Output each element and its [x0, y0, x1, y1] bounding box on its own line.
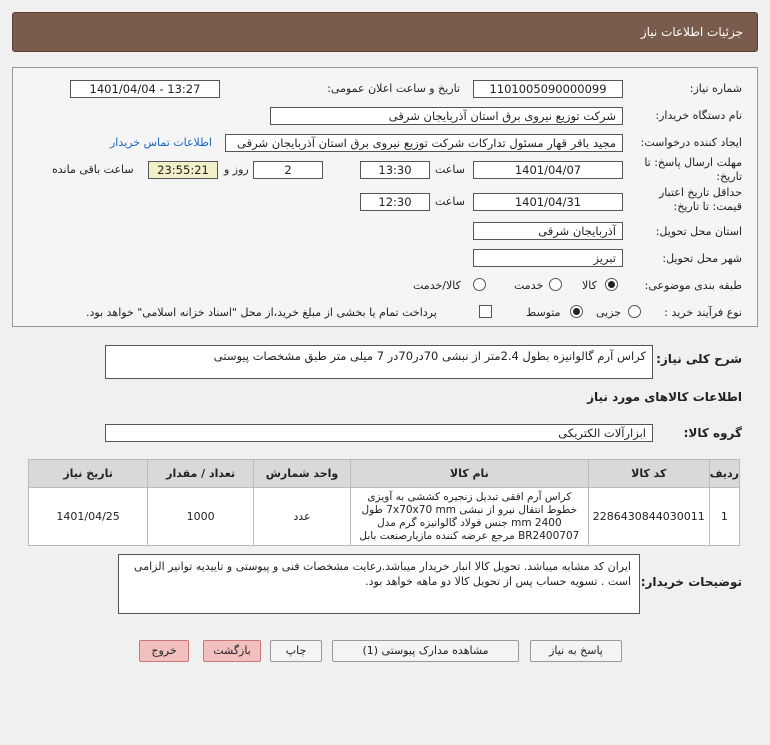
creator-field: مجید باقر قهار مسئول تدارکات شرکت توزیع … — [225, 134, 623, 152]
col-row: ردیف — [708, 459, 741, 488]
reply-time-field: 13:30 — [360, 161, 430, 179]
page-title: جزئیات اطلاعات نیاز — [640, 25, 743, 39]
col-code: کد کالا — [587, 459, 710, 488]
purchase-medium-radio[interactable] — [570, 305, 583, 318]
goods-table: ردیف کد کالا نام کالا واحد شمارش تعداد /… — [27, 459, 741, 546]
city-label: شهر محل تحویل: — [662, 252, 742, 265]
validity-time-label: ساعت — [435, 195, 465, 208]
days-label: روز و — [224, 163, 249, 176]
cell-code: 2286430844030011 — [587, 487, 710, 546]
validity-date-field: 1401/04/31 — [473, 193, 623, 211]
category-label: طبقه بندی موضوعی: — [644, 279, 742, 292]
purchase-type-label: نوع فرآیند خرید : — [664, 306, 742, 319]
province-label: استان محل تحویل: — [655, 225, 742, 238]
cell-name: کراس آرم افقی تبدیل زنجیره کششی به آویزی… — [349, 487, 589, 546]
category-goods-service-radio[interactable] — [473, 278, 486, 291]
title-bar: جزئیات اطلاعات نیاز — [12, 12, 758, 52]
announce-field: 1401/04/04 - 13:27 — [70, 80, 220, 98]
goods-group-field: ابزارآلات الکتریکی — [105, 424, 653, 442]
reply-deadline-label: مهلت ارسال پاسخ: تا — [644, 156, 742, 169]
back-button[interactable]: بازگشت — [203, 640, 261, 662]
col-unit: واحد شمارش — [253, 459, 351, 488]
category-goods-label: کالا — [582, 279, 597, 292]
goods-info-title: اطلاعات کالاهای مورد نیاز — [587, 390, 742, 404]
buyer-notes-label: توضیحات خریدار: — [640, 575, 742, 589]
validity-label-2: قیمت: تا تاریخ: — [673, 200, 742, 213]
exit-button[interactable]: خروج — [139, 640, 189, 662]
reply-date-field: 1401/04/07 — [473, 161, 623, 179]
category-goods-service-label: کالا/خدمت — [413, 279, 461, 292]
validity-label: حداقل تاریخ اعتبار — [658, 186, 742, 199]
creator-label: ایجاد کننده درخواست: — [640, 136, 742, 149]
buyer-contact-link[interactable]: اطلاعات تماس خریدار — [110, 136, 212, 149]
reply-time-label: ساعت — [435, 163, 465, 176]
summary-label: شرح کلی نیاز: — [656, 352, 742, 366]
table-row: 1 2286430844030011 کراس آرم افقی تبدیل ز… — [27, 487, 741, 546]
reply-button[interactable]: پاسخ به نیاز — [530, 640, 622, 662]
buyer-notes-field: ایران کد مشابه میباشد. تحویل کالا انبار … — [118, 554, 640, 614]
summary-field: کراس آرم گالوانیزه بطول 2.4متر از نبشی 7… — [105, 345, 653, 379]
cell-date: 1401/04/25 — [27, 487, 149, 546]
remaining-label: ساعت باقی مانده — [52, 163, 134, 176]
goods-group-label: گروه کالا: — [683, 426, 742, 440]
col-qty: تعداد / مقدار — [147, 459, 255, 488]
purchase-medium-label: متوسط — [526, 306, 561, 319]
remaining-time-field: 23:55:21 — [148, 161, 218, 179]
purchase-small-label: جزیی — [596, 306, 622, 319]
buyer-label: نام دستگاه خریدار: — [655, 109, 742, 122]
col-date: تاریخ نیاز — [27, 459, 149, 488]
need-number-label: شماره نیاز: — [689, 82, 742, 95]
days-field: 2 — [253, 161, 323, 179]
city-field: تبریز — [473, 249, 623, 267]
reply-deadline-label-2: تاریخ: — [716, 170, 742, 183]
attachments-button[interactable]: مشاهده مدارک پیوستی (1) — [332, 640, 519, 662]
validity-time-field: 12:30 — [360, 193, 430, 211]
cell-qty: 1000 — [147, 487, 255, 546]
purchase-small-radio[interactable] — [628, 305, 641, 318]
announce-label: تاریخ و ساعت اعلان عمومی: — [327, 82, 460, 95]
treasury-payment-label: پرداخت تمام یا بخشی از مبلغ خرید،از محل … — [86, 306, 437, 319]
category-service-radio[interactable] — [549, 278, 562, 291]
print-button[interactable]: چاپ — [270, 640, 322, 662]
col-name: نام کالا — [349, 459, 589, 488]
buyer-field: شرکت توزیع نیروی برق استان آذربایجان شرق… — [270, 107, 623, 125]
category-service-label: خدمت — [514, 279, 544, 292]
cell-row: 1 — [708, 487, 741, 546]
cell-unit: عدد — [253, 487, 351, 546]
need-number-field: 1101005090000099 — [473, 80, 623, 98]
province-field: آذربایجان شرقی — [473, 222, 623, 240]
treasury-payment-checkbox[interactable] — [479, 305, 492, 318]
category-goods-radio[interactable] — [605, 278, 618, 291]
